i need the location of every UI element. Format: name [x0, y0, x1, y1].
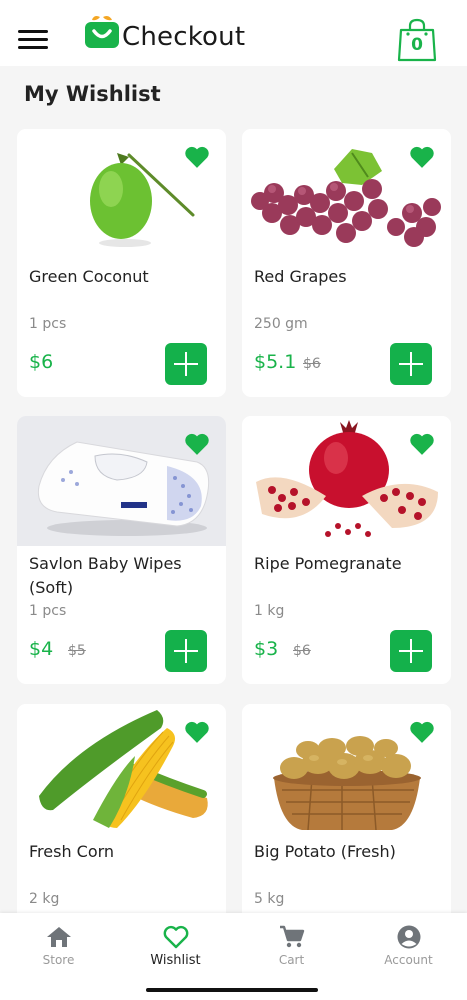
favorite-heart-icon[interactable]: [184, 720, 210, 744]
favorite-heart-icon[interactable]: [409, 432, 435, 456]
add-to-cart-button[interactable]: [165, 630, 207, 672]
nav-item-cart[interactable]: Cart: [233, 925, 350, 985]
shopping-bag-button[interactable]: 0: [397, 18, 437, 62]
nav-item-store[interactable]: Store: [0, 925, 117, 985]
product-name: Green Coconut: [29, 267, 149, 286]
product-quantity: 2 kg: [29, 891, 60, 907]
favorite-heart-icon[interactable]: [409, 145, 435, 169]
top-app-bar: Checkout 0: [0, 0, 467, 66]
cart-count-badge: 0: [411, 35, 423, 55]
page-title: My Wishlist: [24, 82, 161, 106]
product-quantity: 1 pcs: [29, 603, 67, 619]
product-name: Fresh Corn: [29, 842, 115, 861]
product-quantity: 1 pcs: [29, 316, 67, 332]
home-indicator: [146, 988, 318, 992]
favorite-heart-icon[interactable]: [184, 145, 210, 169]
product-old-price: $6: [293, 643, 311, 659]
product-name: Red Grapes: [254, 267, 347, 286]
nav-item-account[interactable]: Account: [350, 925, 467, 985]
add-to-cart-button[interactable]: [390, 343, 432, 385]
add-to-cart-button[interactable]: [165, 343, 207, 385]
product-card[interactable]: Ripe Pomegranate 1 kg $3 $6: [242, 416, 451, 684]
product-old-price: $6: [303, 356, 321, 372]
logo-bag-icon: [85, 16, 119, 48]
product-name: Big Potato (Fresh): [254, 842, 396, 861]
nav-item-wishlist[interactable]: Wishlist: [117, 925, 234, 985]
home-icon: [46, 927, 71, 947]
nav-label: Store: [42, 953, 75, 967]
product-quantity: 5 kg: [254, 891, 285, 907]
cart-icon: [279, 925, 304, 948]
bottom-navigation: Store Wishlist Cart Account: [0, 913, 467, 1000]
product-card[interactable]: Savlon Baby Wipes (Soft) 1 pcs $4 $5: [17, 416, 226, 684]
hamburger-menu-icon[interactable]: [18, 30, 48, 50]
account-icon: [397, 925, 420, 949]
heart-outline-icon: [163, 925, 188, 949]
product-quantity: 250 gm: [254, 316, 308, 332]
product-old-price: $5: [68, 643, 86, 659]
app-logo-text: Checkout: [122, 22, 246, 52]
product-price: $3: [254, 638, 279, 660]
nav-label: Wishlist: [150, 953, 201, 968]
product-name: Ripe Pomegranate: [254, 554, 402, 573]
product-quantity: 1 kg: [254, 603, 285, 619]
favorite-heart-icon[interactable]: [184, 432, 210, 456]
product-price: $5.1: [254, 351, 297, 373]
product-price: $4: [29, 638, 54, 660]
nav-label: Cart: [278, 953, 305, 967]
product-card[interactable]: Red Grapes 250 gm $5.1 $6: [242, 129, 451, 397]
product-name: Savlon Baby Wipes (Soft): [29, 554, 182, 597]
product-card[interactable]: Green Coconut 1 pcs $6: [17, 129, 226, 397]
product-price: $6: [29, 351, 54, 373]
nav-label: Account: [384, 953, 433, 967]
favorite-heart-icon[interactable]: [409, 720, 435, 744]
add-to-cart-button[interactable]: [390, 630, 432, 672]
